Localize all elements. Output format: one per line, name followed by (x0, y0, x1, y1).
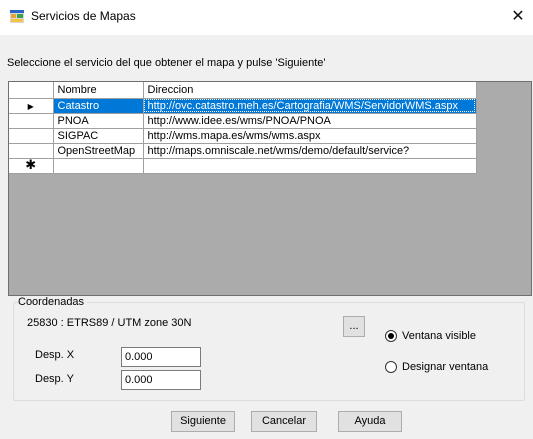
grid-header-row: Nombre Direccion (9, 82, 477, 99)
cell-nombre[interactable]: OpenStreetMap (53, 143, 144, 159)
row-header[interactable]: ▶ (9, 98, 54, 114)
cell-direccion[interactable]: http://www.idee.es/wms/PNOA/PNOA (143, 113, 477, 129)
radio-designar-ventana[interactable] (385, 361, 397, 373)
row-header[interactable] (9, 128, 54, 144)
desp-x-input[interactable]: 0.000 (121, 347, 201, 367)
radio-designar-ventana-label[interactable]: Designar ventana (402, 361, 488, 373)
row-header[interactable]: ✱ (9, 158, 54, 174)
cell-direccion[interactable]: http://maps.omniscale.net/wms/demo/defau… (143, 143, 477, 159)
instruction-text: Seleccione el servicio del que obtener e… (7, 57, 326, 69)
close-icon[interactable]: ✕ (503, 0, 533, 34)
crs-label: 25830 : ETRS89 / UTM zone 30N (27, 317, 192, 329)
row-header[interactable] (9, 113, 54, 129)
cell-nombre[interactable]: SIGPAC (53, 128, 144, 144)
desp-y-input[interactable]: 0.000 (121, 370, 201, 390)
table-row[interactable]: PNOA http://www.idee.es/wms/PNOA/PNOA (9, 113, 477, 129)
window-title: Servicios de Mapas (31, 9, 136, 23)
new-row-icon: ✱ (25, 158, 37, 172)
help-button[interactable]: Ayuda (338, 411, 402, 432)
coords-legend: Coordenadas (18, 296, 88, 308)
cell-direccion[interactable]: http://wms.mapa.es/wms/wms.aspx (143, 128, 477, 144)
cell-nombre[interactable]: Catastro (53, 98, 144, 114)
column-header-nombre[interactable]: Nombre (53, 82, 144, 99)
desp-x-label: Desp. X (35, 349, 75, 361)
radio-ventana-visible-label[interactable]: Ventana visible (402, 330, 476, 342)
table-row[interactable]: ▶ Catastro http://ovc.catastro.meh.es/Ca… (9, 98, 477, 114)
title-bar: Servicios de Mapas ✕ (0, 0, 533, 35)
browse-crs-button[interactable]: ... (343, 316, 365, 337)
current-row-icon: ▶ (27, 101, 34, 111)
cell-nombre[interactable]: PNOA (53, 113, 144, 129)
next-button[interactable]: Siguiente (171, 411, 235, 432)
services-grid[interactable]: Nombre Direccion ▶ Catastro http://ovc.c… (8, 81, 532, 296)
table-row[interactable]: SIGPAC http://wms.mapa.es/wms/wms.aspx (9, 128, 477, 144)
grid-corner (9, 82, 54, 99)
column-header-direccion[interactable]: Direccion (143, 82, 477, 99)
cell-direccion[interactable]: http://ovc.catastro.meh.es/Cartografia/W… (143, 98, 477, 114)
servicios-dialog: Servicios de Mapas ✕ Seleccione el servi… (0, 0, 533, 439)
desp-y-label: Desp. Y (35, 373, 74, 385)
cancel-button[interactable]: Cancelar (251, 411, 317, 432)
cell-direccion-new[interactable] (143, 158, 477, 174)
radio-ventana-visible[interactable] (385, 330, 397, 342)
cell-nombre-new[interactable] (53, 158, 144, 174)
table-row[interactable]: OpenStreetMap http://maps.omniscale.net/… (9, 143, 477, 159)
new-row[interactable]: ✱ (9, 158, 477, 174)
row-header[interactable] (9, 143, 54, 159)
map-app-icon (10, 10, 24, 23)
